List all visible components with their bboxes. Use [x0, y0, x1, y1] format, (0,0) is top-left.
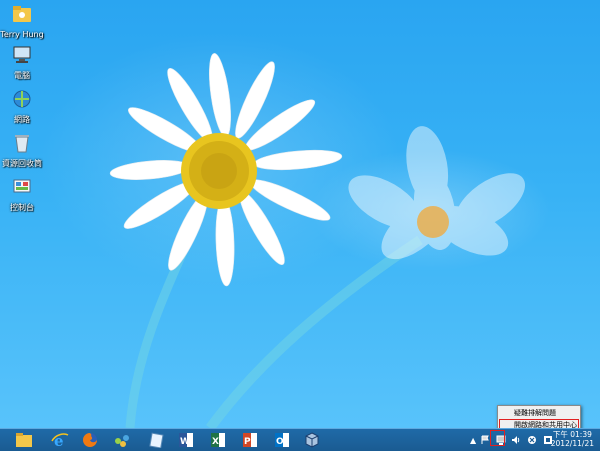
taskbar-word[interactable]: W — [176, 431, 196, 449]
flag-icon[interactable] — [481, 435, 490, 445]
word-icon: W — [179, 433, 193, 447]
taskbar-file-explorer[interactable] — [14, 431, 34, 449]
clock-time: 下午 01:39 — [552, 430, 592, 439]
desktop-icon-control-panel[interactable]: 控制台 — [0, 176, 44, 212]
control-panel-icon — [13, 179, 31, 193]
system-tray: ▲ — [470, 429, 553, 451]
desktop-background: Terry Hung 電腦 網路 資源回收筒 控制台 — [0, 0, 600, 428]
volume-icon[interactable] — [511, 435, 521, 445]
taskbar-firefox[interactable] — [80, 431, 100, 449]
show-hidden-icons-icon[interactable]: ▲ — [470, 436, 476, 445]
taskbar-internet-explorer[interactable]: e — [50, 431, 70, 449]
taskbar-excel[interactable]: X — [208, 431, 228, 449]
svg-text:P: P — [244, 437, 251, 447]
desktop-icon-label: Terry Hung — [0, 30, 44, 39]
desktop-icon-label: 資源回收筒 — [2, 159, 42, 168]
file-explorer-icon — [16, 433, 32, 447]
network-app-icon — [115, 435, 129, 447]
recycle-bin-icon — [15, 135, 29, 153]
desktop-icon-network[interactable]: 網路 — [0, 88, 44, 124]
security-icon[interactable] — [527, 435, 537, 445]
network-icon — [13, 90, 31, 108]
svg-text:X: X — [212, 437, 219, 447]
taskbar-outlook[interactable]: O — [272, 431, 292, 449]
clock[interactable]: 下午 01:39 2012/11/21 — [551, 430, 594, 448]
desktop-icon-label: 電腦 — [14, 71, 30, 80]
powerpoint-icon: P — [243, 433, 257, 447]
firefox-icon — [83, 433, 97, 447]
notepad-icon — [149, 432, 164, 448]
svg-text:W: W — [180, 437, 190, 447]
daisy-wallpaper — [109, 53, 526, 428]
virtualbox-icon — [305, 432, 319, 448]
desktop-icon-label: 網路 — [14, 115, 30, 124]
outlook-icon: O — [275, 433, 289, 447]
taskbar-powerpoint[interactable]: P — [240, 431, 260, 449]
internet-explorer-icon: e — [51, 432, 69, 448]
desktop-icon-recycle-bin[interactable]: 資源回收筒 — [0, 132, 44, 168]
taskbar-notepad[interactable] — [146, 431, 166, 449]
svg-text:O: O — [276, 437, 284, 447]
excel-icon: X — [211, 433, 225, 447]
clock-date: 2012/11/21 — [550, 439, 594, 448]
desktop-icon-user[interactable]: Terry Hung — [0, 3, 44, 39]
network-icon-highlight — [490, 430, 505, 446]
computer-icon — [13, 46, 31, 63]
taskbar-virtualbox[interactable] — [302, 431, 322, 449]
desktop-icon-label: 控制台 — [10, 203, 34, 212]
user-folder-icon — [13, 6, 31, 22]
taskbar-network-app[interactable] — [112, 431, 132, 449]
menu-item-troubleshoot[interactable]: 疑難排解問題 — [500, 408, 578, 418]
taskbar: e W X P O ▲ 下午 01:39 2012/11/21 — [0, 428, 600, 451]
desktop-icon-computer[interactable]: 電腦 — [0, 44, 44, 80]
